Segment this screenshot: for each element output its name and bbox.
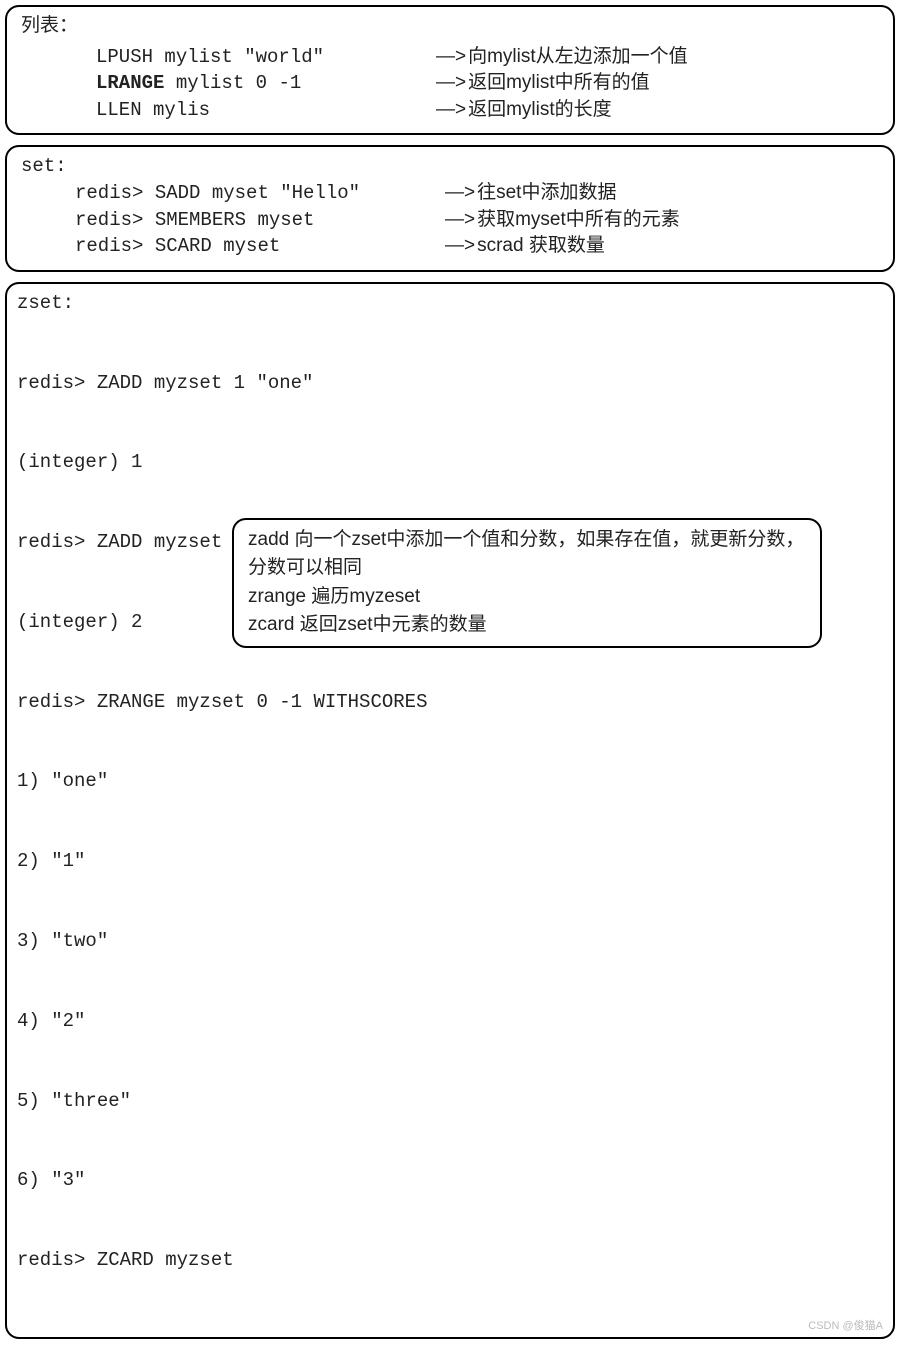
list-desc: 向mylist从左边添加一个值 bbox=[468, 44, 688, 71]
set-row: redis> SMEMBERS myset —> 获取myset中所有的元素 bbox=[21, 207, 879, 234]
set-cmd: SADD myset "Hello" bbox=[155, 180, 360, 207]
zset-line: 1) "one" bbox=[17, 768, 883, 795]
list-desc: 返回mylist的长度 bbox=[468, 97, 612, 124]
set-row: redis> SADD myset "Hello" —> 往set中添加数据 bbox=[21, 180, 879, 207]
zset-line: redis> ZADD myzset 1 "one" bbox=[17, 370, 883, 397]
set-cmd: SMEMBERS myset bbox=[155, 207, 315, 234]
set-title: set: bbox=[21, 153, 879, 180]
zset-line: 2) "1" bbox=[17, 848, 883, 875]
list-desc: 返回mylist中所有的值 bbox=[468, 70, 650, 97]
set-cmd: SCARD myset bbox=[155, 233, 280, 260]
list-cmd-keyword: LRANGE bbox=[96, 70, 164, 97]
zset-note-line: zcard 返回zset中元素的数量 bbox=[248, 611, 806, 640]
arrow-icon: —> bbox=[436, 70, 466, 97]
prompt-text: redis> bbox=[75, 235, 155, 257]
zset-note-line: zadd 向一个zset中添加一个值和分数，如果存在值，就更新分数，分数可以相同 bbox=[248, 526, 806, 583]
set-desc: scrad 获取数量 bbox=[477, 233, 605, 260]
prompt-text: redis> bbox=[75, 209, 155, 231]
zset-output: redis> ZADD myzset 1 "one" (integer) 1 r… bbox=[17, 316, 883, 1327]
list-row: LPUSH mylist "world" —> 向mylist从左边添加一个值 bbox=[21, 44, 879, 71]
list-row: LLEN mylis —> 返回mylist的长度 bbox=[21, 97, 879, 124]
zset-card: zset: redis> ZADD myzset 1 "one" (intege… bbox=[5, 282, 895, 1339]
zset-line: redis> ZCARD myzset bbox=[17, 1247, 883, 1274]
set-desc: 获取myset中所有的元素 bbox=[477, 207, 680, 234]
zset-line: (integer) 1 bbox=[17, 449, 883, 476]
zset-line: redis> ZRANGE myzset 0 -1 WITHSCORES bbox=[17, 689, 883, 716]
arrow-icon: —> bbox=[436, 44, 466, 71]
zset-note-box: zadd 向一个zset中添加一个值和分数，如果存在值，就更新分数，分数可以相同… bbox=[232, 518, 822, 648]
list-card: 列表： LPUSH mylist "world" —> 向mylist从左边添加… bbox=[5, 5, 895, 135]
list-cmd: LLEN mylis bbox=[96, 97, 210, 124]
arrow-icon: —> bbox=[445, 207, 475, 234]
zset-line: 6) "3" bbox=[17, 1167, 883, 1194]
zset-line: 3) "two" bbox=[17, 928, 883, 955]
set-row: redis> SCARD myset —> scrad 获取数量 bbox=[21, 233, 879, 260]
list-row: LRANGE mylist 0 -1 —> 返回mylist中所有的值 bbox=[21, 70, 879, 97]
zset-line: 5) "three" bbox=[17, 1088, 883, 1115]
set-card: set: redis> SADD myset "Hello" —> 往set中添… bbox=[5, 145, 895, 271]
zset-note-line: zrange 遍历myzeset bbox=[248, 583, 806, 612]
zset-line: 4) "2" bbox=[17, 1008, 883, 1035]
watermark-text: CSDN @俊猫A bbox=[808, 1319, 883, 1334]
list-title: 列表： bbox=[21, 13, 879, 40]
arrow-icon: —> bbox=[445, 233, 475, 260]
prompt-text: redis> bbox=[75, 182, 155, 204]
arrow-icon: —> bbox=[436, 97, 466, 124]
arrow-icon: —> bbox=[445, 180, 475, 207]
set-desc: 往set中添加数据 bbox=[477, 180, 616, 207]
zset-title: zset: bbox=[17, 290, 883, 317]
list-cmd-rest: mylist 0 -1 bbox=[164, 70, 301, 97]
list-cmd: LPUSH mylist "world" bbox=[96, 44, 324, 71]
